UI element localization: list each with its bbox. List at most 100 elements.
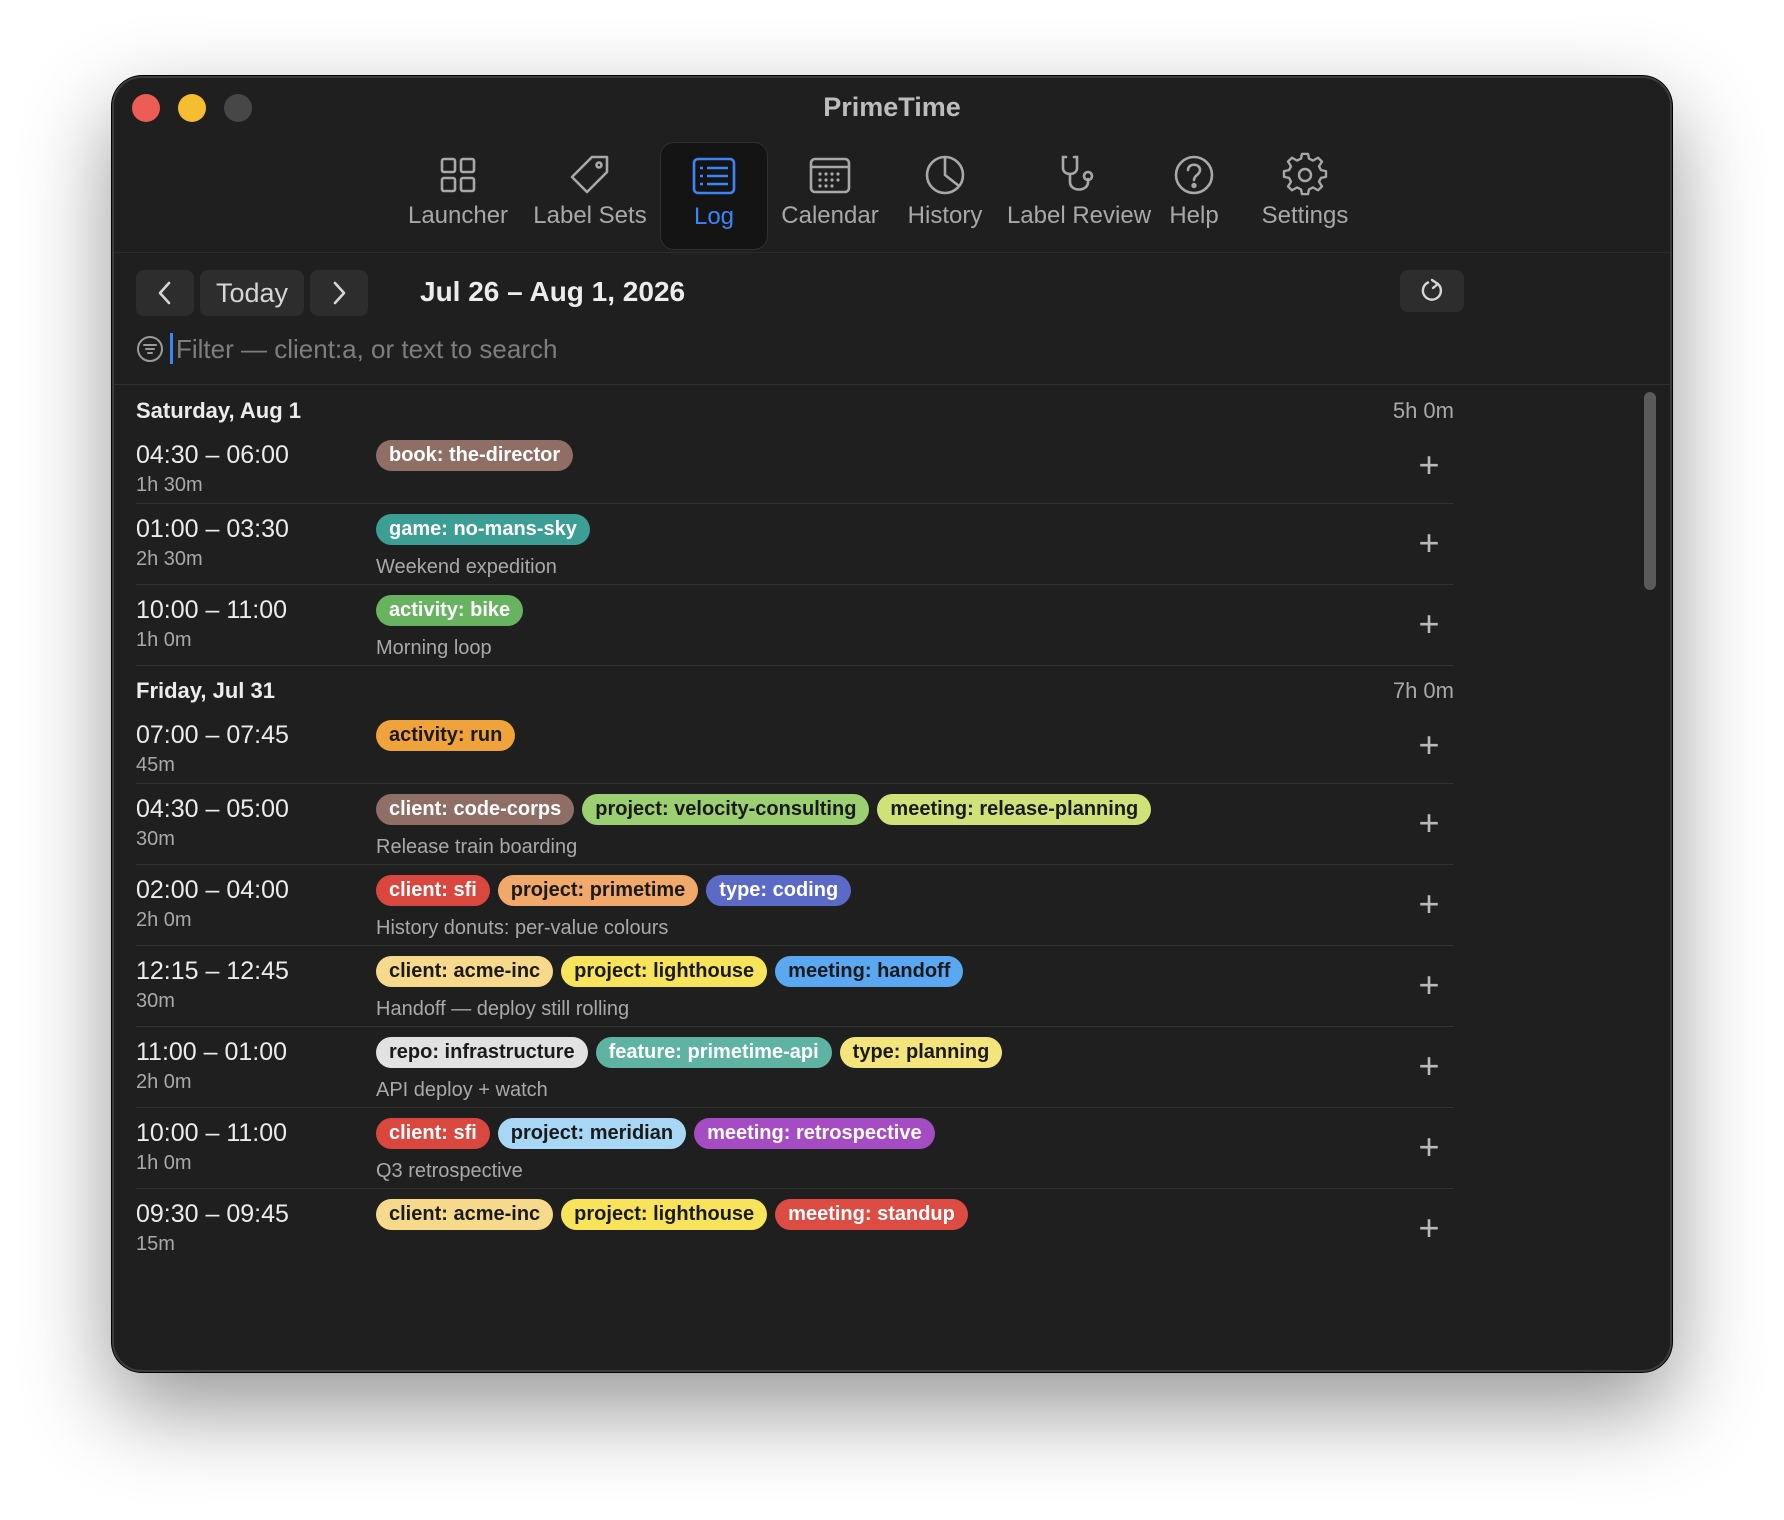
toolbar: Launcher Label Sets Log Calendar History… — [114, 142, 1670, 250]
label-chip[interactable]: client: acme-inc — [376, 1199, 554, 1230]
label-chip[interactable]: meeting: release-planning — [877, 794, 1152, 825]
entry-labels: book: the-director — [376, 440, 574, 471]
label-chip[interactable]: feature: primetime-api — [595, 1037, 832, 1068]
tab-log[interactable]: Log — [660, 142, 768, 250]
entry-note: Release train boarding — [376, 836, 578, 858]
entry-duration: 45m — [136, 754, 175, 776]
label-chip[interactable]: meeting: retrospective — [694, 1118, 935, 1149]
add-label-button[interactable]: + — [1414, 606, 1444, 642]
label-chip[interactable]: project: lighthouse — [561, 1199, 768, 1230]
entry-labels: client: sfi project: meridian meeting: r… — [376, 1118, 935, 1149]
filter-bar — [114, 326, 1670, 372]
label-chip[interactable]: meeting: standup — [775, 1199, 968, 1230]
next-week-button[interactable] — [310, 270, 368, 316]
entry-time: 01:00 – 03:30 — [136, 515, 289, 543]
entry-time: 11:00 – 01:00 — [136, 1038, 288, 1066]
entry-duration: 2h 30m — [136, 548, 203, 570]
tab-help[interactable]: Help — [1154, 142, 1234, 250]
log-entry[interactable]: 07:00 – 07:45 45m activity: run + — [136, 710, 1454, 784]
help-icon — [1174, 155, 1214, 195]
label-chip[interactable]: project: meridian — [497, 1118, 687, 1149]
entry-duration: 2h 0m — [136, 1071, 192, 1093]
entry-time: 10:00 – 11:00 — [136, 596, 288, 624]
refresh-button[interactable] — [1400, 270, 1464, 312]
tab-history-label: History — [907, 202, 983, 229]
entry-duration: 1h 30m — [136, 474, 203, 496]
add-label-button[interactable]: + — [1414, 727, 1444, 763]
label-chip[interactable]: meeting: handoff — [775, 956, 964, 987]
tab-history[interactable]: History — [900, 142, 990, 250]
entry-note: Q3 retrospective — [376, 1160, 523, 1182]
filter-input[interactable] — [174, 328, 1474, 370]
add-label-button[interactable]: + — [1414, 447, 1444, 483]
scrollbar-thumb[interactable] — [1644, 392, 1656, 590]
entry-duration: 1h 0m — [136, 1152, 192, 1174]
entry-labels: client: sfi project: primetime type: cod… — [376, 875, 852, 906]
log-entry[interactable]: 10:00 – 11:00 1h 0m client: sfi project:… — [136, 1108, 1454, 1189]
entry-duration: 1h 0m — [136, 629, 192, 651]
label-chip[interactable]: type: planning — [839, 1037, 1003, 1068]
add-label-button[interactable]: + — [1414, 805, 1444, 841]
log-entry[interactable]: 04:30 – 06:00 1h 30m book: the-director … — [136, 430, 1454, 504]
tab-settings[interactable]: Settings — [1250, 142, 1360, 250]
grid-icon — [440, 157, 476, 193]
date-range-title: Jul 26 – Aug 1, 2026 — [420, 276, 686, 307]
label-chip[interactable]: client: sfi — [376, 1118, 490, 1149]
chevron-right-icon — [333, 281, 346, 305]
tag-icon — [570, 155, 609, 194]
label-chip[interactable]: client: code-corps — [376, 794, 575, 825]
tab-calendar[interactable]: Calendar — [780, 142, 880, 250]
entry-labels: client: acme-inc project: lighthouse mee… — [376, 1199, 968, 1230]
text-cursor — [170, 333, 173, 364]
label-chip[interactable]: repo: infrastructure — [376, 1037, 588, 1068]
log-entry[interactable]: 12:15 – 12:45 30m client: acme-inc proje… — [136, 946, 1454, 1027]
entry-labels: repo: infrastructure feature: primetime-… — [376, 1037, 1003, 1068]
label-chip[interactable]: project: velocity-consulting — [582, 794, 870, 825]
label-chip[interactable]: game: no-mans-sky — [376, 514, 590, 545]
log-entry[interactable]: 11:00 – 01:00 2h 0m repo: infrastructure… — [136, 1027, 1454, 1108]
log-entry[interactable]: 09:30 – 09:45 15m client: acme-inc proje… — [136, 1189, 1454, 1270]
add-label-button[interactable]: + — [1414, 1129, 1444, 1165]
log-entry[interactable]: 02:00 – 04:00 2h 0m client: sfi project:… — [136, 865, 1454, 946]
log-list[interactable]: Saturday, Aug 1 5h 0m 04:30 – 06:00 1h 3… — [136, 386, 1454, 1370]
label-chip[interactable]: client: sfi — [376, 875, 490, 906]
filter-icon — [137, 336, 163, 362]
tab-log-label: Log — [693, 203, 735, 230]
log-entry[interactable]: 01:00 – 03:30 2h 30m game: no-mans-sky W… — [136, 504, 1454, 585]
gear-icon — [1282, 152, 1328, 196]
tab-label-sets[interactable]: Label Sets — [532, 142, 648, 250]
label-chip[interactable]: activity: run — [376, 720, 516, 751]
entry-labels: activity: run — [376, 720, 516, 751]
add-label-button[interactable]: + — [1414, 1048, 1444, 1084]
tab-label-sets-label: Label Sets — [533, 202, 647, 229]
add-label-button[interactable]: + — [1414, 525, 1444, 561]
label-chip[interactable]: activity: bike — [376, 595, 524, 626]
chevron-left-icon — [158, 281, 171, 305]
tab-label-review[interactable]: Label Review — [1007, 142, 1151, 250]
scrollbar[interactable] — [1642, 386, 1658, 1366]
tab-help-label: Help — [1169, 202, 1219, 229]
previous-week-button[interactable] — [136, 270, 194, 316]
add-label-button[interactable]: + — [1414, 886, 1444, 922]
entry-duration: 30m — [136, 990, 175, 1012]
label-chip[interactable]: project: primetime — [497, 875, 699, 906]
app-window: PrimeTime Launcher Label Sets Log Calend… — [112, 76, 1672, 1372]
entry-time: 02:00 – 04:00 — [136, 876, 289, 904]
entry-time: 04:30 – 06:00 — [136, 441, 289, 469]
entry-time: 09:30 – 09:45 — [136, 1200, 289, 1228]
day-total: 5h 0m — [1392, 398, 1454, 423]
add-label-button[interactable]: + — [1414, 1210, 1444, 1246]
entry-labels: client: acme-inc project: lighthouse mee… — [376, 956, 964, 987]
label-chip[interactable]: client: acme-inc — [376, 956, 554, 987]
label-chip[interactable]: type: coding — [706, 875, 852, 906]
today-button[interactable]: Today — [200, 270, 304, 316]
title-bar: PrimeTime Launcher Label Sets Log Calend… — [114, 78, 1670, 253]
tab-settings-label: Settings — [1261, 202, 1349, 229]
tab-launcher[interactable]: Launcher — [408, 142, 508, 250]
log-entry[interactable]: 04:30 – 05:00 30m client: code-corps pro… — [136, 784, 1454, 865]
label-chip[interactable]: book: the-director — [376, 440, 574, 471]
add-label-button[interactable]: + — [1414, 967, 1444, 1003]
log-entry[interactable]: 10:00 – 11:00 1h 0m activity: bike Morni… — [136, 585, 1454, 666]
entry-labels: game: no-mans-sky — [376, 514, 590, 545]
label-chip[interactable]: project: lighthouse — [561, 956, 768, 987]
